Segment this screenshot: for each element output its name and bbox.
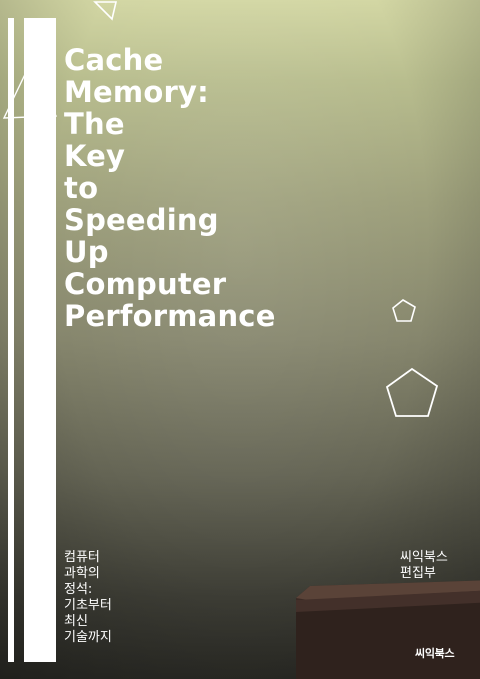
book-cover: Cache Memory: The Key to Speeding Up Com… bbox=[0, 0, 480, 679]
author-line: 편집부 bbox=[400, 566, 436, 581]
pentagon-outline-icon bbox=[392, 299, 416, 322]
title-line: Speeding bbox=[64, 203, 219, 237]
subtitle-line: 기술까지 bbox=[64, 630, 112, 645]
title-line: Up bbox=[64, 235, 109, 269]
author-line: 씨익북스 bbox=[400, 550, 448, 565]
title-line: The bbox=[64, 107, 125, 141]
book-author: 씨익북스 편집부 bbox=[400, 550, 476, 582]
subtitle-line: 컴퓨터 bbox=[64, 550, 100, 565]
title-line: Key bbox=[64, 139, 126, 173]
subtitle-line: 기초부터 bbox=[64, 598, 112, 613]
subtitle-line: 정석: bbox=[64, 582, 93, 597]
decorative-stripe-thick bbox=[24, 18, 56, 662]
publisher-logo: 씨익북스 bbox=[415, 647, 455, 660]
subtitle-line: 과학의 bbox=[64, 566, 100, 581]
book-title: Cache Memory: The Key to Speeding Up Com… bbox=[64, 44, 364, 332]
title-line: Memory: bbox=[64, 75, 209, 109]
title-line: Computer bbox=[64, 267, 227, 301]
desk-silhouette bbox=[296, 580, 480, 679]
title-line: Cache bbox=[64, 43, 164, 77]
decorative-stripe-thin bbox=[8, 18, 14, 662]
pentagon-outline-icon bbox=[385, 367, 439, 417]
book-subtitle: 컴퓨터 과학의 정석: 기초부터 최신 기술까지 bbox=[64, 550, 164, 646]
title-line: Performance bbox=[64, 299, 276, 333]
triangle-outline-icon bbox=[93, 1, 118, 21]
subtitle-line: 최신 bbox=[64, 614, 88, 629]
title-line: to bbox=[64, 171, 99, 205]
